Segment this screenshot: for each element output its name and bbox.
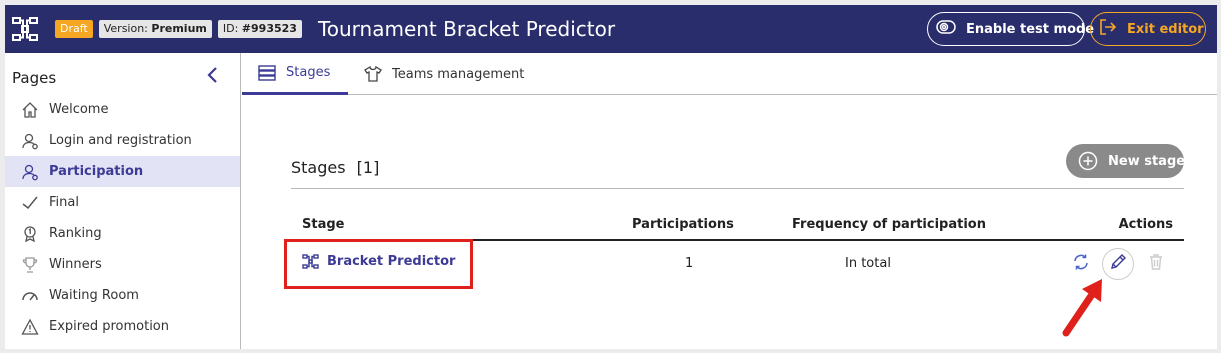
gauge-icon xyxy=(20,286,40,306)
sidebar-item-welcome[interactable]: Welcome xyxy=(5,94,240,125)
frequency-value: In total xyxy=(845,256,891,271)
exit-editor-label: Exit editor xyxy=(1127,21,1204,37)
sidebar-item-login-and-registration[interactable]: Login and registration xyxy=(5,125,240,156)
medal-icon xyxy=(20,224,40,244)
enable-test-mode-label: Enable test mode xyxy=(966,21,1095,37)
sidebar-item-ranking[interactable]: Ranking xyxy=(5,218,240,249)
sidebar-item-waiting-room[interactable]: Waiting Room xyxy=(5,280,240,311)
tab-stages[interactable]: Stages xyxy=(242,53,348,95)
exit-editor-button[interactable]: Exit editor xyxy=(1090,12,1206,46)
collapse-sidebar-button[interactable] xyxy=(205,66,221,88)
section-divider xyxy=(291,188,1184,189)
sidebar-item-label: Waiting Room xyxy=(49,288,139,303)
id-badge: ID: #993523 xyxy=(217,20,302,38)
top-bar: Draft Version: Premium ID: #993523 Tourn… xyxy=(5,5,1217,53)
enable-test-mode-button[interactable]: Enable test mode xyxy=(927,12,1094,46)
trash-icon xyxy=(1147,253,1165,275)
pages-sidebar: Pages Welcome Login and registration Par… xyxy=(5,53,241,349)
column-header-participations: Participations xyxy=(632,217,734,232)
sidebar-item-label: Welcome xyxy=(49,102,109,117)
check-icon xyxy=(20,193,40,213)
tab-stages-label: Stages xyxy=(286,65,331,80)
column-header-stage: Stage xyxy=(302,217,345,232)
stages-table-header: Stage Participations Frequency of partic… xyxy=(291,213,1184,241)
stack-icon xyxy=(258,64,276,81)
trophy-icon xyxy=(20,255,40,275)
version-badge: Version: Premium xyxy=(98,20,212,38)
stages-heading: Stages [1] xyxy=(291,158,379,177)
tab-teams-label: Teams management xyxy=(392,66,525,82)
pencil-icon xyxy=(1109,253,1127,275)
tshirt-icon xyxy=(364,66,382,82)
plus-circle-icon xyxy=(1078,151,1098,171)
highlight-box xyxy=(284,239,473,289)
stages-title: Stages xyxy=(291,158,346,177)
pages-nav: Welcome Login and registration Participa… xyxy=(5,94,240,342)
draft-badge: Draft xyxy=(55,20,93,38)
column-header-frequency: Frequency of participation xyxy=(792,217,986,232)
new-stage-button[interactable]: New stage xyxy=(1066,144,1186,178)
delete-button[interactable] xyxy=(1141,249,1171,279)
editor-window: Draft Version: Premium ID: #993523 Tourn… xyxy=(5,5,1217,349)
tab-bar: Stages Teams management xyxy=(242,53,1217,95)
sidebar-item-winners[interactable]: Winners xyxy=(5,249,240,280)
sidebar-item-label: Winners xyxy=(49,257,102,272)
bracket-logo-icon xyxy=(11,15,39,43)
stages-count: [1] xyxy=(356,158,380,177)
sidebar-item-participation[interactable]: Participation xyxy=(5,156,240,187)
warning-icon xyxy=(20,317,40,337)
sidebar-item-label: Participation xyxy=(49,164,144,179)
user-login-icon xyxy=(20,131,40,151)
toggle-icon xyxy=(936,20,956,38)
home-icon xyxy=(20,100,40,120)
participations-value: 1 xyxy=(685,256,694,271)
exit-icon xyxy=(1099,18,1117,40)
sidebar-item-label: Ranking xyxy=(49,226,102,241)
user-participation-icon xyxy=(20,162,40,182)
sidebar-item-final[interactable]: Final xyxy=(5,187,240,218)
sidebar-item-expired-promotion[interactable]: Expired promotion xyxy=(5,311,240,342)
column-header-actions: Actions xyxy=(1118,217,1173,232)
sidebar-item-label: Final xyxy=(49,195,79,210)
sidebar-title: Pages xyxy=(12,69,57,87)
app-title: Tournament Bracket Predictor xyxy=(317,17,616,41)
annotation-arrow-icon xyxy=(1060,275,1110,344)
sidebar-item-label: Expired promotion xyxy=(49,319,169,334)
refresh-icon xyxy=(1072,253,1090,275)
sidebar-item-label: Login and registration xyxy=(49,133,192,148)
tab-teams-management[interactable]: Teams management xyxy=(364,53,524,95)
new-stage-label: New stage xyxy=(1108,153,1186,169)
